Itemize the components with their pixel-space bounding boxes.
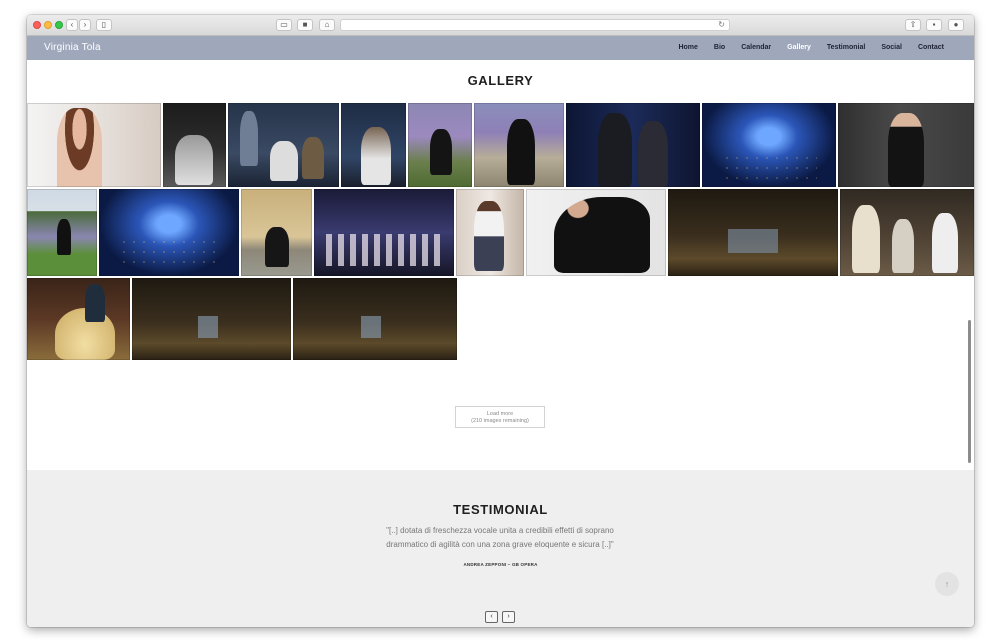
gallery-photo[interactable] — [838, 103, 974, 187]
reader-button[interactable]: ■ — [297, 19, 313, 31]
chevron-left-icon: ‹ — [490, 613, 493, 620]
page-scrollbar[interactable] — [968, 320, 971, 463]
browser-toolbar: ‹ › ▯ ▭ ■ ⌂ ↻ ⇧ ▪ ● — [27, 15, 974, 36]
extension-icon: ▪ — [932, 20, 936, 29]
extension-button[interactable]: ▪ — [926, 19, 942, 31]
gallery-photo[interactable] — [408, 103, 472, 187]
gallery-photo[interactable] — [840, 189, 974, 276]
quote-line: drammatico di agilità con una zona grave… — [386, 540, 614, 549]
load-more-remaining: (210 images remaining) — [471, 418, 529, 424]
quote-line: "[..] dotata di freschezza vocale unita … — [386, 526, 614, 535]
reader-icon: ■ — [302, 20, 308, 29]
home-button[interactable]: ⌂ — [319, 19, 335, 31]
chevron-right-icon: › — [83, 20, 87, 29]
gallery-photo[interactable] — [668, 189, 838, 276]
gallery-photo[interactable] — [314, 189, 454, 276]
sidebar-icon: ▯ — [101, 20, 107, 29]
load-more-button[interactable]: Load more (210 images remaining) — [455, 406, 545, 428]
zoom-window-button[interactable] — [55, 21, 63, 29]
download-icon: ● — [953, 20, 959, 29]
gallery-photo[interactable] — [132, 278, 291, 360]
address-bar[interactable]: ↻ — [340, 19, 730, 31]
gallery-photo[interactable] — [27, 189, 97, 276]
scroll-to-top-button[interactable]: ↑ — [935, 572, 959, 596]
gallery-title: GALLERY — [467, 73, 534, 88]
arrow-up-icon: ↑ — [944, 579, 950, 589]
gallery-photo[interactable] — [27, 278, 130, 360]
gallery-photo[interactable] — [702, 103, 836, 187]
back-button[interactable]: ‹ — [66, 19, 78, 31]
tabs-icon: ▭ — [280, 20, 288, 29]
testimonial-prev-button[interactable]: ‹ — [485, 611, 498, 623]
nav-bio[interactable]: Bio — [714, 36, 725, 60]
home-icon: ⌂ — [324, 20, 330, 29]
nav-social[interactable]: Social — [881, 36, 902, 60]
gallery-photo[interactable] — [241, 189, 312, 276]
gallery-photo[interactable] — [99, 189, 239, 276]
gallery-photo[interactable] — [228, 103, 339, 187]
main-nav: Home Bio Calendar Gallery Testimonial So… — [662, 36, 944, 60]
sidebar-toggle-button[interactable]: ▯ — [96, 19, 112, 31]
download-button[interactable]: ● — [948, 19, 964, 31]
show-tabs-button[interactable]: ▭ — [276, 19, 292, 31]
testimonial-author: ANDREA ZEPPONI – GB OPERA — [463, 562, 538, 567]
gallery-photo[interactable] — [474, 103, 564, 187]
site-brand[interactable]: Virginia Tola — [44, 36, 101, 60]
gallery-photo[interactable] — [566, 103, 700, 187]
nav-home[interactable]: Home — [678, 36, 697, 60]
gallery-photo[interactable] — [163, 103, 226, 187]
forward-button[interactable]: › — [79, 19, 91, 31]
share-icon: ⇧ — [909, 20, 917, 29]
chevron-left-icon: ‹ — [70, 20, 74, 29]
testimonial-title: TESTIMONIAL — [453, 502, 548, 517]
gallery-photo[interactable] — [293, 278, 457, 360]
testimonial-next-button[interactable]: › — [502, 611, 515, 623]
chevron-right-icon: › — [507, 613, 510, 620]
site-header: Virginia Tola Home Bio Calendar Gallery … — [27, 36, 974, 60]
testimonial-quote: "[..] dotata di freschezza vocale unita … — [350, 524, 650, 552]
load-more-label: Load more — [486, 411, 514, 417]
nav-gallery[interactable]: Gallery — [787, 36, 811, 60]
gallery-photo[interactable] — [341, 103, 406, 187]
nav-testimonial[interactable]: Testimonial — [827, 36, 865, 60]
reload-icon[interactable]: ↻ — [718, 20, 725, 30]
share-button[interactable]: ⇧ — [905, 19, 921, 31]
close-window-button[interactable] — [33, 21, 41, 29]
nav-calendar[interactable]: Calendar — [741, 36, 771, 60]
gallery-photo[interactable] — [27, 103, 161, 187]
minimize-window-button[interactable] — [44, 21, 52, 29]
gallery-photo[interactable] — [456, 189, 524, 276]
gallery-photo[interactable] — [526, 189, 666, 276]
nav-contact[interactable]: Contact — [918, 36, 944, 60]
browser-window: ‹ › ▯ ▭ ■ ⌂ ↻ ⇧ ▪ ● Virginia Tola Home B… — [27, 15, 974, 627]
testimonial-section: TESTIMONIAL "[..] dotata di freschezza v… — [27, 470, 974, 627]
